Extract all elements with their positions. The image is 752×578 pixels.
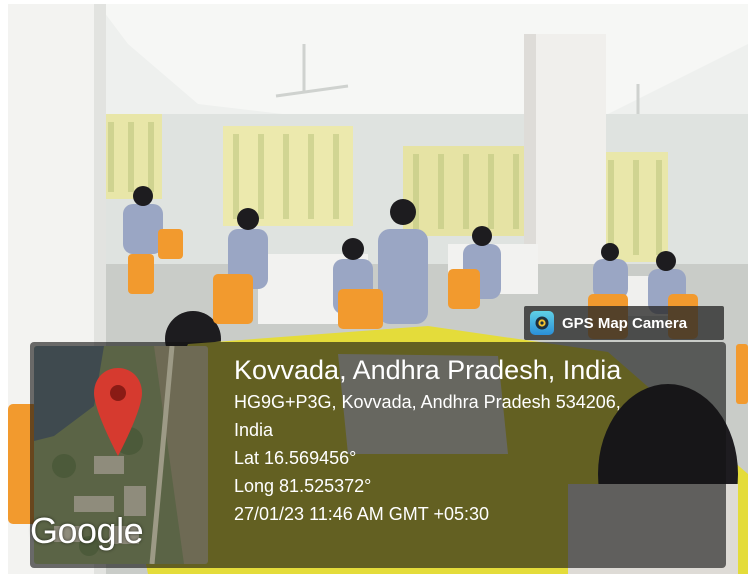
longitude: Long 81.525372° — [234, 476, 372, 496]
location-title: Kovvada, Andhra Pradesh, India — [234, 355, 622, 385]
address-line-2: India — [234, 420, 274, 440]
timestamp: 27/01/23 11:46 AM GMT +05:30 — [234, 504, 490, 524]
gps-camera-badge: GPS Map Camera — [524, 306, 724, 340]
map-pin-icon — [92, 366, 144, 463]
badge-label: GPS Map Camera — [562, 314, 688, 332]
location-info: Kovvada, Andhra Pradesh, India HG9G+P3G,… — [234, 352, 621, 528]
address-line-1: HG9G+P3G, Kovvada, Andhra Pradesh 534206… — [234, 392, 621, 412]
camera-lens-icon — [530, 311, 554, 335]
google-logo: Google — [30, 510, 144, 551]
latitude: Lat 16.569456° — [234, 448, 357, 468]
